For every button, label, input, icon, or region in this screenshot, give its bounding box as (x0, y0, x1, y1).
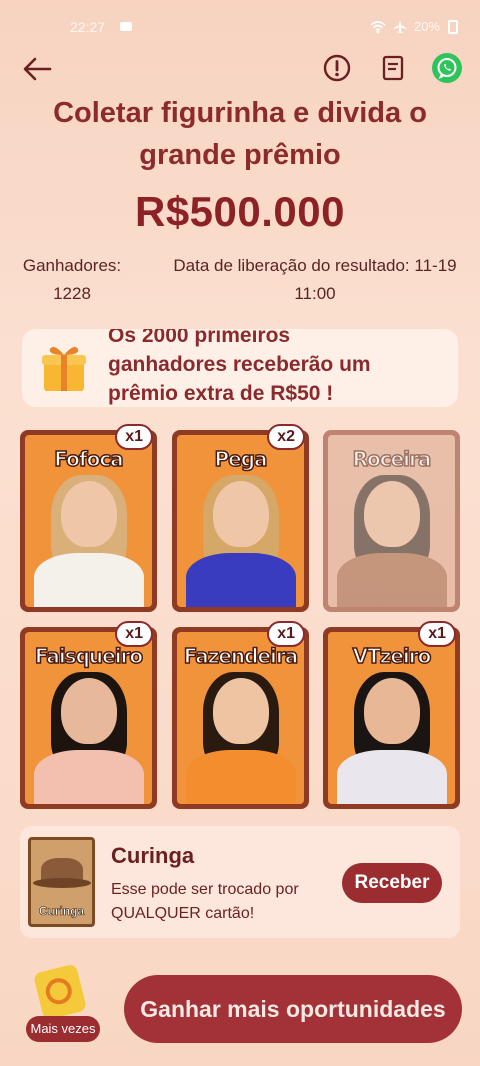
portrait-face (60, 678, 117, 744)
top-bar (0, 50, 480, 86)
gift-icon (42, 347, 86, 391)
bonus-text: Os 2000 primeiros ganhadores receberão u… (108, 329, 438, 407)
winners-count: 1228 (53, 284, 91, 303)
winners-info: Ganhadores: 1228 (14, 252, 130, 308)
hat-brim (33, 878, 91, 888)
sticker-image: Fazendeira (177, 632, 304, 804)
joker-title: Curinga (111, 843, 195, 868)
get-more-chances-button[interactable]: Ganhar mais oportunidades (124, 975, 462, 1043)
sticker-image: VTzeiro (328, 632, 455, 804)
portrait-body (336, 553, 447, 607)
camera-icon (120, 22, 132, 31)
info-icon[interactable] (322, 53, 352, 83)
portrait-face (212, 481, 269, 547)
portrait-body (185, 750, 296, 804)
release-info: Data de liberação do resultado: 11-19 11… (150, 252, 480, 308)
sticker-name: Pega (214, 446, 269, 472)
sticker-card[interactable]: Fofoca x1 (20, 424, 157, 612)
portrait-body (185, 553, 296, 607)
sticker-count-badge: x1 (267, 621, 305, 647)
portrait-body (33, 553, 144, 607)
bonus-line-1: Os 2000 primeiros (108, 329, 291, 347)
sticker-image: Fofoca (25, 435, 152, 607)
prize-amount: R$500.000 (134, 188, 345, 235)
sticker-name: Fofoca (54, 446, 125, 472)
whatsapp-icon[interactable] (432, 53, 462, 83)
bonus-line-2: ganhadores receberão um (108, 353, 371, 376)
joker-card: Curinga (28, 837, 95, 927)
status-bar: 22:27 20% (0, 0, 480, 52)
sticker-name: VTzeiro (352, 643, 432, 669)
joker-desc-line-2: QUALQUER cartão! (111, 905, 255, 922)
portrait-face (60, 481, 117, 547)
sticker-count-badge: x1 (115, 621, 153, 647)
sticker-name: Fazendeira (183, 643, 299, 669)
portrait-face (363, 481, 420, 547)
app-logo-icon (43, 975, 75, 1008)
sticker-count-badge: x1 (418, 621, 456, 647)
sticker-name: Roceira (352, 446, 432, 472)
portrait-body (336, 750, 447, 804)
sticker-image: Pega (177, 435, 304, 607)
more-chances-button[interactable]: Mais vezes (26, 963, 102, 1046)
bonus-line-3: prêmio extra de R$50 ! (108, 382, 334, 405)
title-line-1: Coletar figurinha e divida o (53, 97, 427, 129)
release-label: Data de liberação do resultado: 11-19 (173, 256, 457, 275)
winners-label: Ganhadores: (22, 256, 122, 275)
battery-icon (448, 19, 458, 34)
clock: 22:27 (70, 19, 106, 35)
battery-percent: 20% (413, 19, 440, 34)
sticker-card[interactable]: Faisqueiro x1 (20, 621, 157, 809)
sticker-count-badge: x2 (267, 424, 305, 450)
status-icons: 20% (370, 19, 458, 34)
page-title: Coletar figurinha e divida o grande prêm… (20, 92, 460, 176)
phone-icon (32, 963, 88, 1021)
wifi-icon (370, 20, 386, 33)
portrait-face (212, 678, 269, 744)
sticker-card[interactable]: VTzeiro x1 (323, 621, 460, 809)
sticker-image: Faisqueiro (25, 632, 152, 804)
rules-document-icon[interactable] (378, 53, 408, 83)
portrait-face (363, 678, 420, 744)
portrait-body (33, 750, 144, 804)
sticker-count-badge: x1 (115, 424, 153, 450)
back-arrow-icon[interactable] (20, 54, 54, 84)
receive-button[interactable]: Receber (342, 863, 442, 903)
sticker-card[interactable]: Roceira (323, 430, 460, 612)
joker-desc-line-1: Esse pode ser trocado por (111, 881, 299, 898)
sticker-name: Faisqueiro (34, 643, 144, 669)
sticker-image: Roceira (328, 435, 455, 607)
airplane-icon (393, 19, 406, 33)
joker-card-label: Curinga (38, 904, 85, 919)
joker-section: Curinga Curinga Esse pode ser trocado po… (20, 826, 460, 938)
title-line-2: grande prêmio (139, 139, 341, 171)
bonus-banner: Os 2000 primeiros ganhadores receberão u… (22, 329, 458, 407)
more-chances-label: Mais vezes (26, 1016, 100, 1042)
joker-description: Esse pode ser trocado por QUALQUER cartã… (111, 878, 341, 926)
sticker-card[interactable]: Pega x2 (172, 424, 309, 612)
sticker-card[interactable]: Fazendeira x1 (172, 621, 309, 809)
release-time: 11:00 (294, 284, 336, 303)
